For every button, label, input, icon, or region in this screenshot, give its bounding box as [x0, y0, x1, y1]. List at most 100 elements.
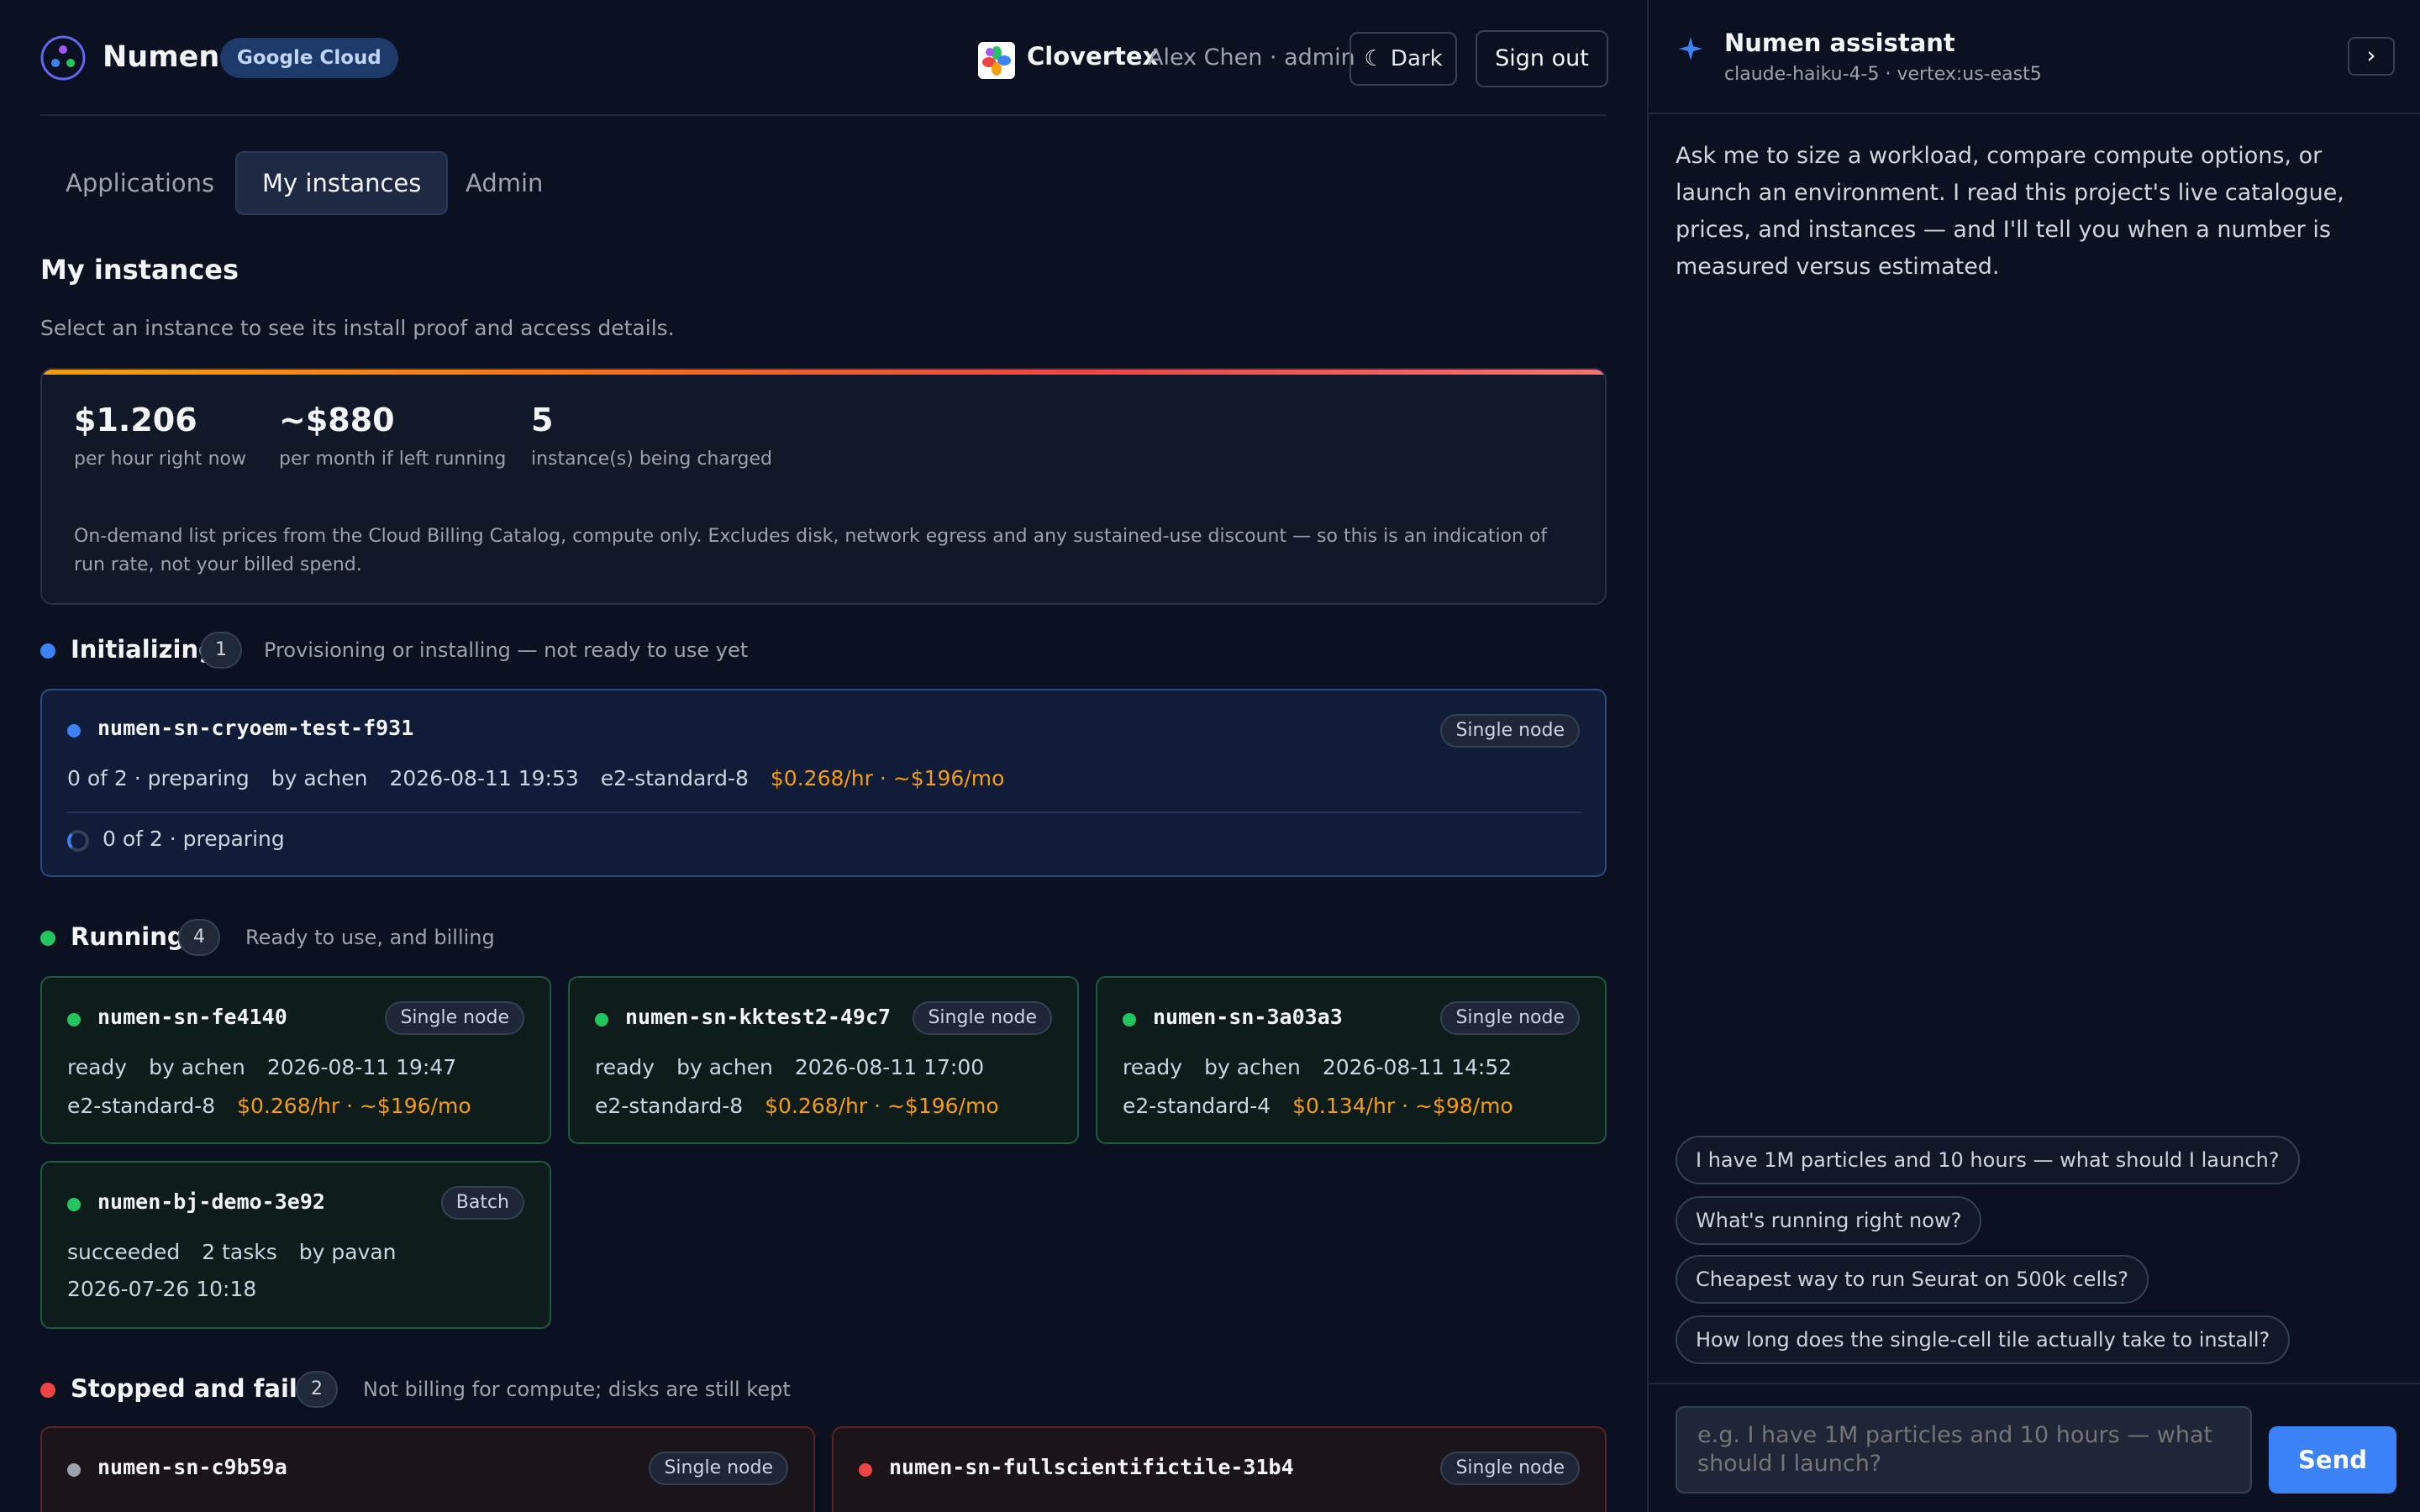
org-logo-icon [978, 42, 1015, 79]
section-count-stopped: 2 [296, 1371, 338, 1408]
cost-accent-bar [42, 370, 1605, 375]
numen-logo-icon [40, 35, 86, 81]
instance-card[interactable]: numen-sn-fullscientifictile-31b4 Single … [832, 1426, 1607, 1512]
instance-card[interactable]: numen-sn-c9b59a Single node [40, 1426, 815, 1512]
status-dot [595, 1013, 608, 1026]
instance-status: ready [1123, 1055, 1183, 1079]
chat-composer: Send [1649, 1383, 2420, 1512]
status-dot [67, 724, 81, 738]
instance-time: 2026-08-11 19:47 [266, 1055, 457, 1079]
instance-card[interactable]: numen-sn-kktest2-49c7 Single node ready b… [568, 976, 1079, 1144]
section-desc-running: Ready to use, and billing [245, 926, 495, 949]
instance-owner: by pavan [298, 1240, 397, 1264]
monthly-cost-value: ~$880 [279, 402, 395, 438]
batch-job-card[interactable]: numen-bj-demo-3e92 Batch succeeded 2 task… [40, 1161, 551, 1329]
instance-name: numen-bj-demo-3e92 [97, 1189, 325, 1214]
top-header: Numen Google Cloud Clovertex Alex Chen ·… [40, 30, 1608, 116]
hourly-cost-label: per hour right now [74, 449, 247, 470]
instance-price: $0.268/hr · ~$196/mo [765, 1094, 999, 1118]
instance-meta: ready by achen 2026-08-11 19:47 [67, 1055, 456, 1079]
instance-type-badge: Single node [649, 1452, 788, 1485]
instance-price: $0.268/hr · ~$196/mo [770, 766, 1005, 790]
instance-status: succeeded [67, 1240, 181, 1264]
status-dot [859, 1463, 872, 1477]
instance-name: numen-sn-fullscientifictile-31b4 [889, 1455, 1294, 1479]
hourly-cost-value: $1.206 [74, 402, 197, 438]
instance-machine: e2-standard-8 [595, 1094, 744, 1118]
progress-spinner-icon [67, 830, 89, 852]
instance-name: numen-sn-kktest2-49c7 [625, 1005, 892, 1029]
instance-owner: by achen [149, 1055, 245, 1079]
instance-name: numen-sn-3a03a3 [1153, 1005, 1343, 1029]
instance-meta: succeeded 2 tasks by pavan [67, 1240, 397, 1264]
section-desc-initializing: Provisioning or installing — not ready t… [264, 638, 749, 662]
running-status-dot [40, 931, 55, 946]
instance-time: 2026-08-11 14:52 [1322, 1055, 1512, 1079]
instance-type-badge: Single node [385, 1001, 524, 1035]
tab-applications[interactable]: Applications [40, 151, 239, 215]
instance-type-badge: Single node [1440, 1001, 1580, 1035]
sign-out-button[interactable]: Sign out [1476, 30, 1608, 87]
section-count-running: 4 [178, 919, 220, 956]
instance-machine: e2-standard-8 [67, 1094, 216, 1118]
tab-my-instances[interactable]: My instances [235, 151, 449, 215]
theme-toggle-button[interactable]: ☾ Dark [1349, 32, 1457, 86]
instance-card[interactable]: numen-sn-cryoem-test-f931 Single node 0 … [40, 689, 1607, 877]
instance-owner: by achen [271, 766, 368, 790]
chat-input[interactable] [1676, 1406, 2252, 1494]
instance-card[interactable]: numen-sn-fe4140 Single node ready by ache… [40, 976, 551, 1144]
assistant-panel: Numen assistant claude-haiku-4-5 · verte… [1647, 0, 2420, 1512]
instance-status: ready [595, 1055, 655, 1079]
cloud-provider-badge: Google Cloud [220, 38, 398, 78]
instance-time: 2026-08-11 19:53 [389, 766, 579, 790]
instance-machine: e2-standard-4 [1123, 1094, 1271, 1118]
instance-name: numen-sn-fe4140 [97, 1005, 287, 1029]
instance-meta: ready by achen 2026-08-11 17:00 [595, 1055, 984, 1079]
org-name: Clovertex [1027, 42, 1159, 71]
instance-time: 2026-08-11 17:00 [794, 1055, 985, 1079]
instance-price: $0.134/hr · ~$98/mo [1292, 1094, 1513, 1118]
instance-type-badge: Single node [1440, 714, 1580, 748]
suggestion-chip[interactable]: I have 1M particles and 10 hours — what … [1676, 1136, 2300, 1184]
assistant-header: Numen assistant claude-haiku-4-5 · verte… [1649, 0, 2420, 114]
instance-owner: by achen [1204, 1055, 1301, 1079]
instance-count-value: 5 [531, 402, 554, 438]
instance-card[interactable]: numen-sn-3a03a3 Single node ready by ache… [1096, 976, 1607, 1144]
assistant-title: Numen assistant [1724, 29, 1955, 57]
section-title-initializing: Initializing [71, 635, 216, 664]
instance-name: numen-sn-cryoem-test-f931 [97, 716, 414, 740]
stopped-status-dot [40, 1383, 55, 1398]
instance-time: 2026-07-26 10:18 [67, 1277, 257, 1301]
send-button[interactable]: Send [2269, 1426, 2396, 1494]
cost-summary: $1.206 per hour right now ~$880 per mont… [40, 368, 1607, 605]
page-title: My instances [40, 254, 239, 286]
tab-admin[interactable]: Admin [440, 151, 568, 215]
suggestion-chip[interactable]: What's running right now? [1676, 1196, 1982, 1245]
initializing-status-dot [40, 643, 55, 659]
cost-disclaimer: On-demand list prices from the Cloud Bil… [74, 526, 1548, 575]
instance-name: numen-sn-c9b59a [97, 1455, 287, 1479]
user-info: Alex Chen · admin [1148, 45, 1355, 71]
assistant-intro: Ask me to size a workload, compare compu… [1676, 143, 2344, 280]
collapse-panel-button[interactable]: › [2348, 37, 2395, 76]
instance-status: 0 of 2 · preparing [67, 766, 250, 790]
section-count-initializing: 1 [200, 632, 242, 669]
instance-count-label: instance(s) being charged [531, 449, 772, 470]
install-progress: 0 of 2 · preparing [103, 827, 285, 851]
instance-cost-line: e2-standard-8 $0.268/hr · ~$196/mo [67, 1094, 471, 1118]
task-count: 2 tasks [202, 1240, 277, 1264]
page-subtitle: Select an instance to see its install pr… [40, 316, 675, 340]
section-title-running: Running [71, 922, 185, 951]
suggestion-chip[interactable]: Cheapest way to run Seurat on 500k cells… [1676, 1255, 2149, 1304]
brand-name: Numen [103, 40, 220, 74]
status-dot [67, 1198, 81, 1211]
instance-meta: 0 of 2 · preparing by achen 2026-08-11 19:… [67, 766, 1004, 790]
suggestion-chip[interactable]: How long does the single-cell tile actua… [1676, 1315, 2291, 1364]
instance-cost-line: e2-standard-8 $0.268/hr · ~$196/mo [595, 1094, 999, 1118]
instance-owner: by achen [676, 1055, 773, 1079]
main-content: Numen Google Cloud Clovertex Alex Chen ·… [0, 0, 1647, 1512]
instance-price: $0.268/hr · ~$196/mo [237, 1094, 471, 1118]
assistant-model: claude-haiku-4-5 · vertex:us-east5 [1724, 64, 2042, 85]
section-desc-stopped: Not billing for compute; disks are still… [363, 1378, 791, 1401]
instance-meta: ready by achen 2026-08-11 14:52 [1123, 1055, 1512, 1079]
